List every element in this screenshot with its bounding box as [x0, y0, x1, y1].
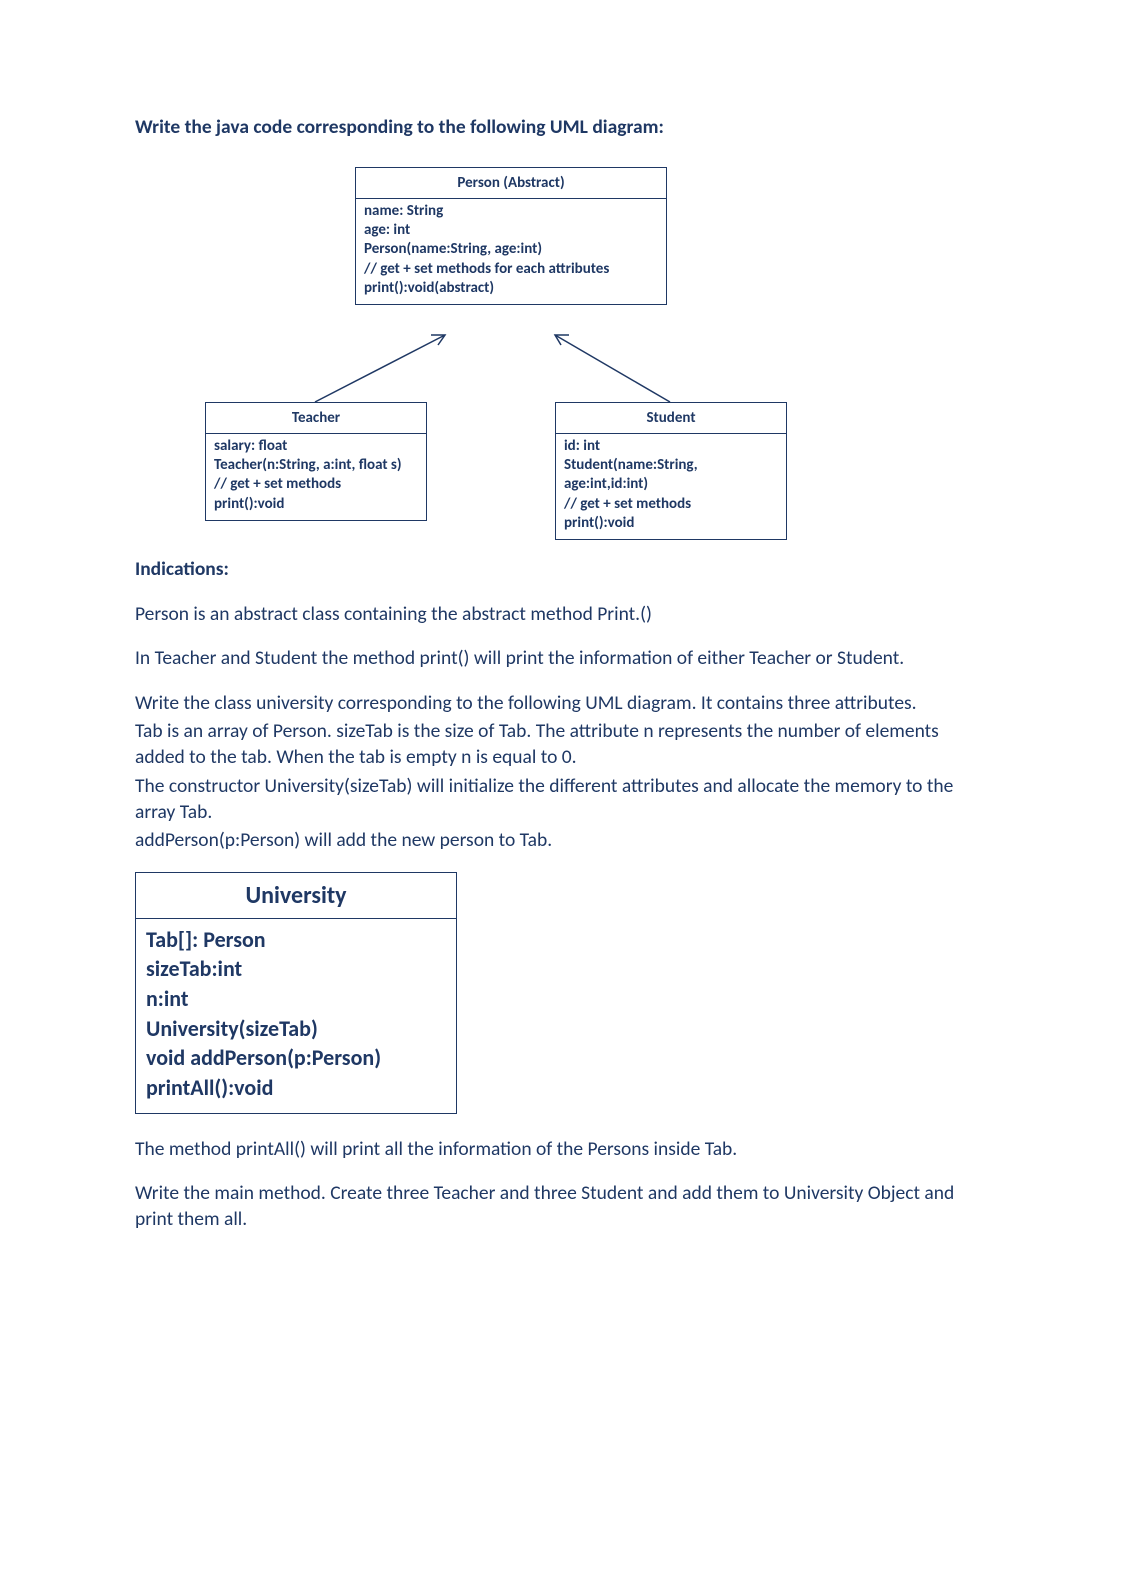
uml-line: Student(name:String, age:int,id:int): [564, 456, 778, 494]
paragraph: The constructor University(sizeTab) will…: [135, 773, 990, 826]
paragraph: addPerson(p:Person) will add the new per…: [135, 827, 990, 853]
uml-line: salary: float: [214, 437, 418, 456]
uml-line: id: int: [564, 437, 778, 456]
uml-line: age: int: [364, 221, 658, 240]
uml-class-body: id: int Student(name:String, age:int,id:…: [556, 434, 786, 539]
uml-line: void addPerson(p:Person): [146, 1043, 446, 1073]
uml-class-title: University: [136, 873, 456, 919]
uml-class-teacher: Teacher salary: float Teacher(n:String, …: [205, 402, 427, 521]
uml-line: print():void: [214, 495, 418, 514]
uml-line: n:int: [146, 984, 446, 1014]
paragraph: Person is an abstract class containing t…: [135, 601, 990, 627]
uml-line: sizeTab:int: [146, 954, 446, 984]
uml-class-body: name: String age: int Person(name:String…: [356, 199, 666, 304]
uml-line: Teacher(n:String, a:int, float s): [214, 456, 418, 475]
uml-line: Person(name:String, age:int): [364, 240, 658, 259]
paragraph: Write the main method. Create three Teac…: [135, 1180, 990, 1233]
uml-class-body: salary: float Teacher(n:String, a:int, f…: [206, 434, 426, 520]
uml-class-title: Teacher: [206, 403, 426, 434]
document-page: Write the java code corresponding to the…: [0, 0, 1125, 1371]
paragraph: In Teacher and Student the method print(…: [135, 645, 990, 671]
uml-class-student: Student id: int Student(name:String, age…: [555, 402, 787, 540]
uml-class-title: Student: [556, 403, 786, 434]
paragraph: The method printAll() will print all the…: [135, 1136, 990, 1162]
uml-line: // get + set methods: [214, 475, 418, 494]
uml-class-title: Person (Abstract): [356, 168, 666, 199]
uml-line: University(sizeTab): [146, 1014, 446, 1044]
uml-line: print():void: [564, 514, 778, 533]
uml-class-person: Person (Abstract) name: String age: int …: [355, 167, 667, 305]
uml-line: name: String: [364, 202, 658, 221]
uml-class-body: Tab[]: Person sizeTab:int n:int Universi…: [136, 919, 456, 1113]
uml-class-university: University Tab[]: Person sizeTab:int n:i…: [135, 872, 457, 1114]
paragraph: Write the class university corresponding…: [135, 690, 990, 716]
uml-line: printAll():void: [146, 1073, 446, 1103]
uml-line: // get + set methods: [564, 495, 778, 514]
uml-diagram-area: Person (Abstract) name: String age: int …: [135, 167, 990, 537]
uml-line: // get + set methods for each attributes: [364, 260, 658, 279]
uml-line: print():void(abstract): [364, 279, 658, 298]
uml-line: Tab[]: Person: [146, 925, 446, 955]
intro-text: Write the java code corresponding to the…: [135, 115, 990, 139]
indications-heading: Indications:: [135, 557, 990, 581]
paragraph: Tab is an array of Person. sizeTab is th…: [135, 718, 990, 771]
